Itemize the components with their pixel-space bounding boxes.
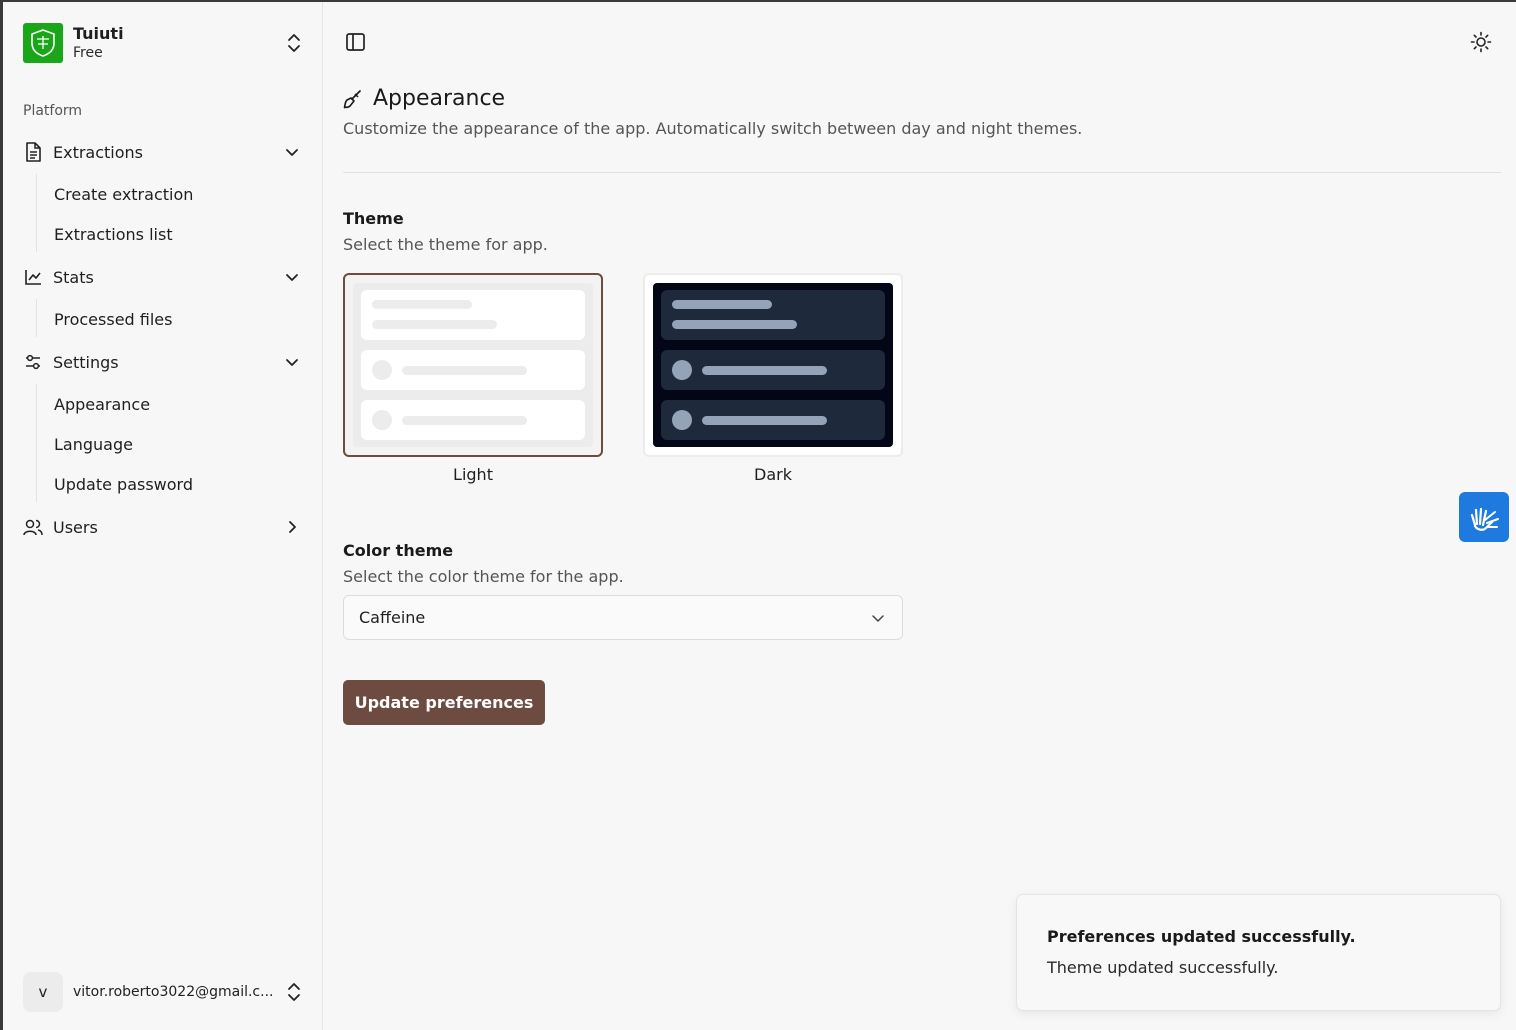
sliders-icon — [23, 352, 43, 372]
color-theme-select[interactable]: Caffeine — [343, 595, 903, 640]
page-subtitle: Customize the appearance of the app. Aut… — [343, 119, 1083, 138]
sidebar-item-extractions[interactable]: Extractions — [23, 134, 305, 170]
chevron-down-icon — [286, 359, 298, 366]
preview-block — [661, 290, 885, 340]
sidebar-subitem-extractions-list[interactable]: Extractions list — [54, 218, 173, 250]
sidebar-item-label: Settings — [53, 352, 119, 372]
sidebar-subitem-appearance[interactable]: Appearance — [54, 388, 150, 420]
update-preferences-button[interactable]: Update preferences — [343, 680, 545, 725]
chevron-down-icon — [872, 615, 884, 622]
user-email: vitor.roberto3022@gmail.c... — [73, 984, 273, 1000]
sidebar-toggle-icon[interactable] — [345, 31, 367, 53]
user-menu[interactable]: v vitor.roberto3022@gmail.c... — [23, 972, 305, 1012]
submenu-line — [36, 299, 37, 337]
chevrons-up-down-icon — [288, 34, 300, 52]
sidebar-item-label: Stats — [53, 267, 94, 287]
chevron-right-icon — [289, 521, 296, 533]
team-logo-icon — [23, 23, 63, 63]
toast-title: Preferences updated successfully. — [1047, 927, 1356, 946]
sidebar-item-users[interactable]: Users — [23, 509, 305, 545]
theme-option-dark[interactable] — [643, 273, 903, 457]
preview-block — [361, 400, 585, 440]
page-header: Appearance Customize the appearance of t… — [343, 86, 1082, 138]
line-chart-icon — [23, 267, 43, 287]
sidebar-item-settings[interactable]: Settings — [23, 344, 305, 380]
chevron-down-icon — [286, 274, 298, 281]
sun-icon[interactable] — [1470, 31, 1492, 53]
sidebar-item-label: Users — [53, 517, 98, 537]
file-text-icon — [23, 142, 43, 162]
sidebar: Tuiuti Free Platform Extractions Create … — [3, 2, 323, 1030]
theme-option-light[interactable] — [343, 273, 603, 457]
sidebar-group-label: Platform — [23, 103, 83, 119]
submenu-line — [36, 174, 37, 252]
sign-language-icon — [1470, 507, 1499, 531]
avatar: v — [23, 972, 63, 1012]
sidebar-subitem-create-extraction[interactable]: Create extraction — [54, 178, 193, 210]
toast-description: Theme updated successfully. — [1047, 958, 1279, 977]
sidebar-item-label: Extractions — [53, 142, 144, 162]
preview-block — [661, 350, 885, 390]
team-name: Tuiuti — [73, 23, 124, 43]
theme-caption-dark: Dark — [754, 465, 792, 484]
preview-block — [661, 400, 885, 440]
theme-description: Select the theme for app. — [343, 235, 548, 254]
theme-label: Theme — [343, 209, 404, 228]
toast-notification: Preferences updated successfully. Theme … — [1016, 894, 1501, 1011]
chevron-down-icon — [286, 149, 298, 156]
sidebar-subitem-processed-files[interactable]: Processed files — [54, 303, 172, 335]
sidebar-subitem-language[interactable]: Language — [54, 428, 133, 460]
submenu-line — [36, 384, 37, 502]
sidebar-subitem-update-password[interactable]: Update password — [54, 468, 193, 500]
divider — [343, 172, 1501, 173]
theme-caption-light: Light — [453, 465, 493, 484]
users-icon — [23, 517, 43, 537]
preview-block — [361, 350, 585, 390]
preview-block — [361, 290, 585, 340]
color-theme-description: Select the color theme for the app. — [343, 567, 624, 586]
chevrons-up-down-icon — [288, 983, 300, 1001]
page-title: Appearance — [373, 86, 506, 111]
team-plan: Free — [73, 45, 103, 62]
sidebar-item-stats[interactable]: Stats — [23, 259, 305, 295]
color-theme-label: Color theme — [343, 541, 454, 560]
accessibility-widget-button[interactable] — [1459, 492, 1509, 542]
color-theme-value: Caffeine — [359, 608, 426, 627]
team-switcher[interactable]: Tuiuti Free — [23, 22, 303, 64]
paintbrush-icon — [343, 89, 361, 108]
